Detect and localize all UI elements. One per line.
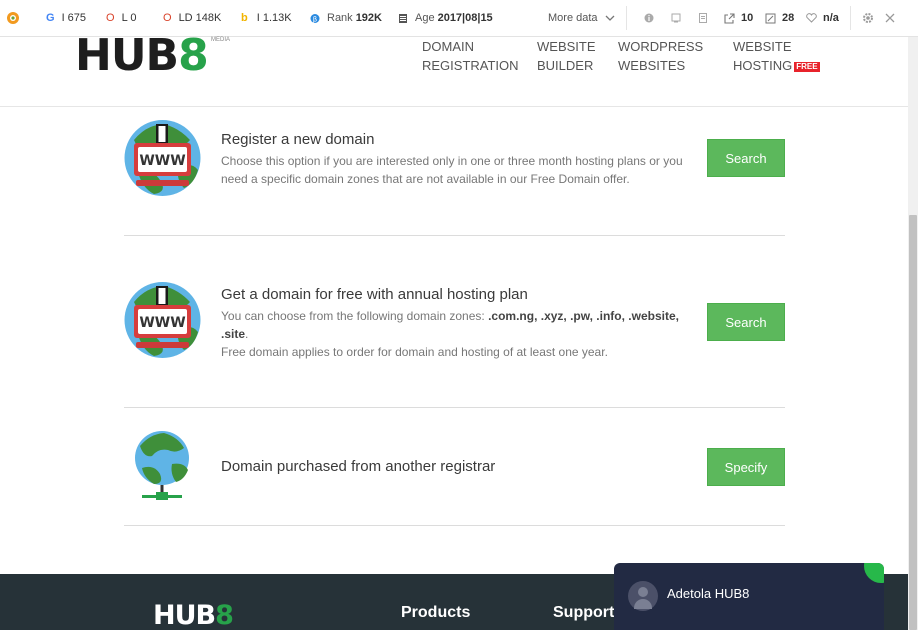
nav-label-line2-wrap: HOSTING FREE xyxy=(733,56,820,75)
semrush-rank-icon: β xyxy=(310,13,320,23)
document-icon[interactable] xyxy=(698,13,708,23)
external-links-value: 10 xyxy=(741,12,754,24)
option-title: Domain purchased from another registrar xyxy=(221,458,496,475)
option-title: Get a domain for free with annual hostin… xyxy=(221,286,528,303)
option-transfer-domain: Domain purchased from another registrar … xyxy=(124,428,785,525)
ld-value: LD 148K xyxy=(178,12,222,24)
nav-label-line1: WORDPRESS xyxy=(618,39,704,54)
footer-logo-text: HUB xyxy=(153,600,216,630)
rank-label: Rank xyxy=(327,12,353,24)
option-divider xyxy=(124,525,785,526)
nav-website-builder[interactable]: WEBSITE BUILDER xyxy=(537,37,596,75)
footer-logo[interactable]: HUB8 xyxy=(153,600,234,630)
more-data-label: More data xyxy=(548,12,598,24)
scrollbar-thumb[interactable] xyxy=(909,215,917,630)
bing-index-value: I 1.13K xyxy=(256,12,292,24)
rank-value: 192K xyxy=(355,12,382,24)
links-item[interactable]: O L 0 xyxy=(106,12,136,24)
nav-label-line1: DOMAIN xyxy=(422,39,474,54)
avatar xyxy=(628,581,658,611)
chat-widget[interactable]: Adetola HUB8 xyxy=(614,563,884,630)
nav-label-line2: HOSTING xyxy=(733,58,793,73)
age-value: 2017|08|15 xyxy=(437,12,493,24)
chat-agent-name: Adetola HUB8 xyxy=(667,586,750,601)
option-divider xyxy=(124,407,785,408)
external-link-icon xyxy=(724,12,735,24)
close-icon[interactable] xyxy=(885,13,895,23)
diagnosis-value: n/a xyxy=(823,12,839,24)
nav-label-line2: WEBSITES xyxy=(618,58,686,73)
option-divider xyxy=(124,235,785,236)
zones-end: . xyxy=(245,327,249,341)
option-description: Choose this option if you are interested… xyxy=(221,154,683,186)
nav-label-line2: REGISTRATION xyxy=(422,58,519,73)
logo-subtext: MEDIA xyxy=(211,37,231,43)
www-globe-icon: WWW xyxy=(124,120,201,196)
toolbar-divider xyxy=(626,6,627,30)
toolbar-divider xyxy=(850,6,851,30)
nav-label-line1: WEBSITE xyxy=(537,39,596,54)
calendar-icon xyxy=(399,13,407,23)
bing-icon: b xyxy=(241,11,248,24)
network-globe-icon xyxy=(135,431,189,500)
nav-label-line2: BUILDER xyxy=(537,58,594,73)
page-info-icon[interactable] xyxy=(671,13,681,23)
nav-domain-registration[interactable]: DOMAIN REGISTRATION xyxy=(422,37,519,75)
linking-domains-item[interactable]: O LD 148K xyxy=(163,12,221,24)
option-description: You can choose from the following domain… xyxy=(221,307,681,361)
online-status-indicator xyxy=(864,563,884,583)
nav-label-line1: WEBSITE xyxy=(733,39,792,54)
free-badge: FREE xyxy=(794,61,820,72)
age-label: Age xyxy=(415,12,435,24)
gear-icon[interactable] xyxy=(862,12,874,24)
www-label: WWW xyxy=(139,153,185,169)
external-links-item[interactable]: 10 xyxy=(724,12,753,24)
links-value: L 0 xyxy=(121,12,137,24)
more-data-button[interactable]: More data xyxy=(548,12,615,24)
www-label: WWW xyxy=(139,315,185,331)
search-button[interactable]: Search xyxy=(707,303,785,341)
search-button[interactable]: Search xyxy=(707,139,785,177)
specify-button[interactable]: Specify xyxy=(707,448,785,486)
option-note: Free domain applies to order for domain … xyxy=(221,345,608,359)
option-register-domain: WWW Register a new domain Choose this op… xyxy=(124,110,785,235)
heart-icon xyxy=(806,13,817,23)
logo-text: HUB xyxy=(75,30,179,81)
option-free-domain: WWW Get a domain for free with annual ho… xyxy=(124,268,785,406)
google-icon: G xyxy=(46,11,55,24)
option-title: Register a new domain xyxy=(221,131,375,148)
svg-text:β: β xyxy=(313,15,317,23)
logo-eight: 8 xyxy=(178,30,209,81)
rank-item[interactable]: β Rank 192K xyxy=(310,12,382,24)
zones-intro: You can choose from the following domain… xyxy=(221,309,489,323)
info-icon[interactable] xyxy=(644,13,654,23)
ld-icon: O xyxy=(163,11,172,24)
bing-index-item[interactable]: b I 1.13K xyxy=(241,12,292,24)
diagnosis-item[interactable]: n/a xyxy=(806,12,839,24)
opera-icon: O xyxy=(106,11,115,24)
site-header: HUB8 MEDIA DOMAIN REGISTRATION WEBSITE B… xyxy=(0,31,908,107)
footer-logo-eight: 8 xyxy=(215,600,234,630)
internal-links-value: 28 xyxy=(782,12,795,24)
google-index-item[interactable]: G I 675 xyxy=(46,12,86,24)
nav-website-hosting[interactable]: WEBSITE HOSTING FREE xyxy=(733,37,820,75)
www-globe-icon: WWW xyxy=(124,282,201,358)
chevron-down-icon xyxy=(605,15,614,21)
footer-products-heading: Products xyxy=(401,604,471,621)
internal-links-item[interactable]: 28 xyxy=(765,12,794,24)
nav-wordpress-websites[interactable]: WORDPRESS WEBSITES xyxy=(618,37,703,75)
hub8-logo[interactable]: HUB8 xyxy=(75,30,209,81)
footer-support-heading: Support xyxy=(553,604,615,621)
age-item[interactable]: Age 2017|08|15 xyxy=(398,12,493,24)
google-index-value: I 675 xyxy=(61,12,87,24)
internal-link-icon xyxy=(765,13,776,23)
seoquake-logo-icon[interactable] xyxy=(5,10,21,26)
